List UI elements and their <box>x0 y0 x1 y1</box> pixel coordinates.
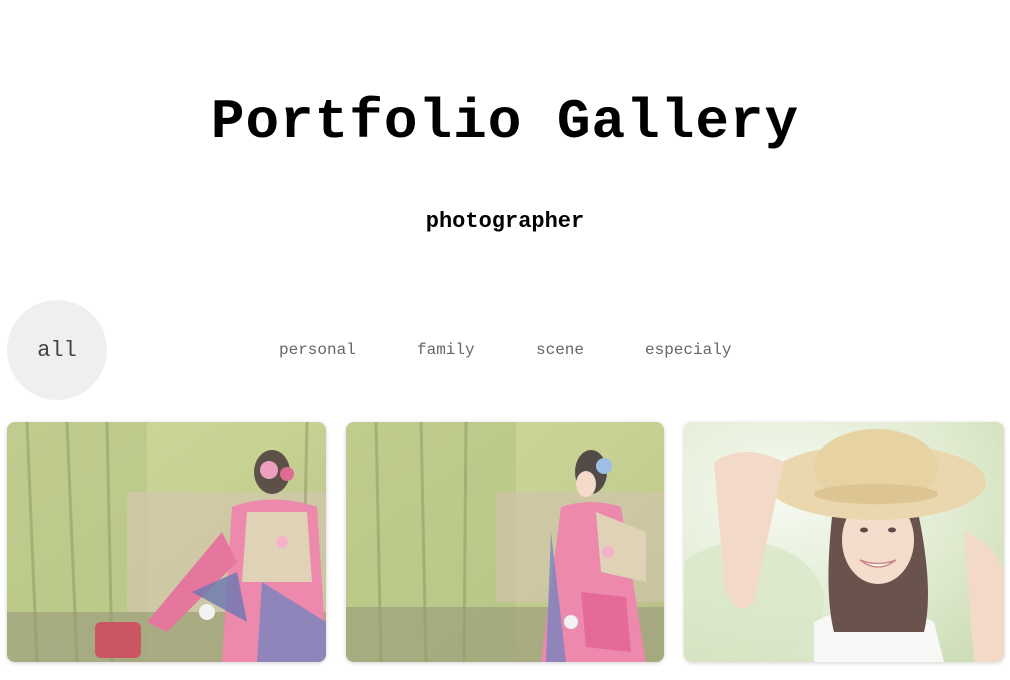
sun-hat-portrait-photo <box>684 422 1004 662</box>
gallery-photo[interactable] <box>346 422 664 662</box>
photo-gallery <box>0 422 1010 662</box>
filter-all-button[interactable]: all <box>7 300 107 400</box>
filter-family-button[interactable]: family <box>417 338 475 362</box>
kimono-back-photo <box>7 422 326 662</box>
gallery-photo[interactable] <box>7 422 326 662</box>
filter-personal-button[interactable]: personal <box>279 338 356 362</box>
page-subtitle: photographer <box>425 209 585 234</box>
page-title: Portfolio Gallery <box>210 90 800 154</box>
filter-bar: all personal family scene especialy <box>0 300 1010 400</box>
filter-especialy-button[interactable]: especialy <box>645 338 731 362</box>
kimono-side-photo <box>346 422 664 662</box>
gallery-photo[interactable] <box>684 422 1004 662</box>
filter-scene-button[interactable]: scene <box>536 338 584 362</box>
